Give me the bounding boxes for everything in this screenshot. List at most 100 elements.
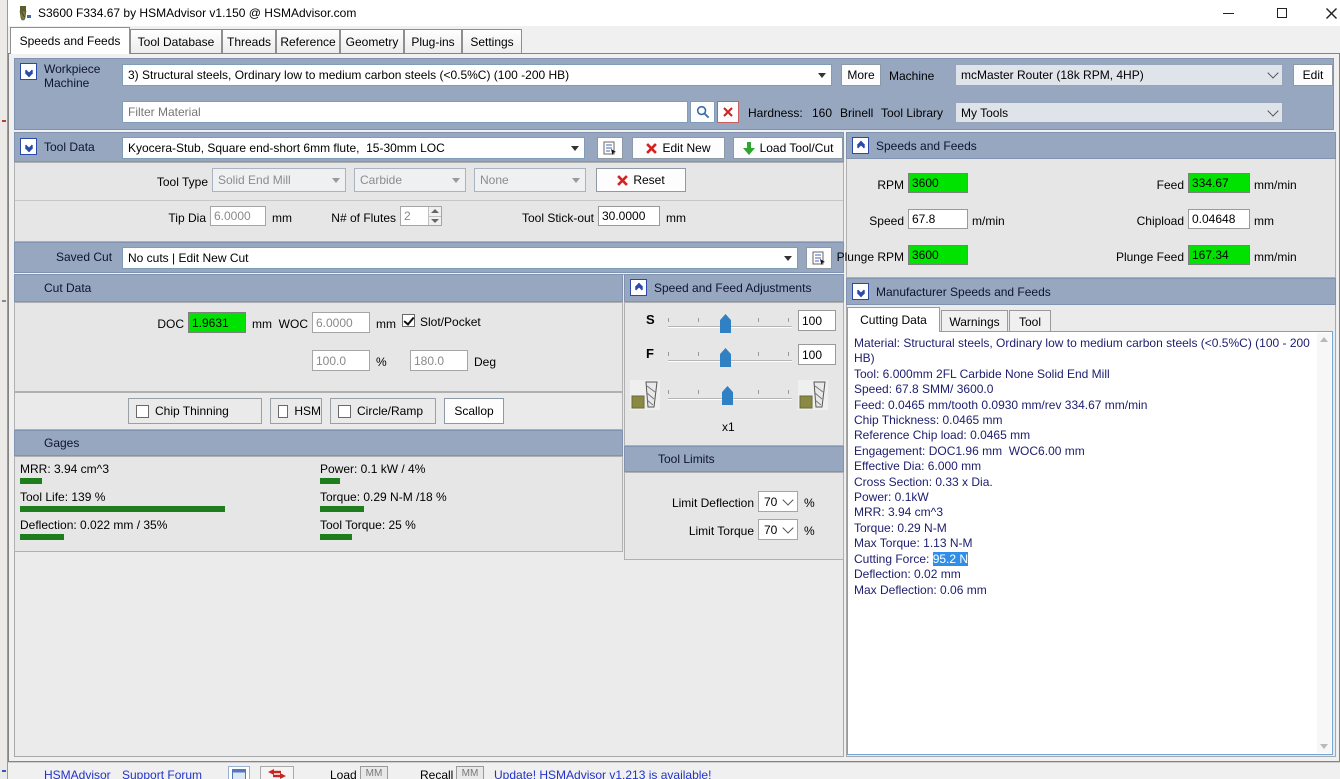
rpm-output[interactable]: 3600	[908, 173, 968, 193]
speed-adjust-input[interactable]: 100	[798, 310, 836, 331]
scallop-button[interactable]: Scallop	[444, 398, 504, 424]
plunge-feed-value: 167.34	[1192, 248, 1229, 262]
load-units-box[interactable]: MM	[360, 766, 388, 779]
edit-new-tool-button[interactable]: Edit New	[632, 137, 725, 159]
recall-units-box[interactable]: MM	[456, 766, 484, 779]
hsmadvisor-link[interactable]: HSMAdvisor	[44, 768, 111, 779]
stepper-up-button[interactable]	[429, 207, 441, 216]
tool-select[interactable]: Kyocera-Stub, Square end-short 6mm flute…	[122, 137, 585, 159]
swap-units-button[interactable]	[260, 766, 294, 779]
tool-library-select[interactable]: My Tools	[955, 102, 1283, 123]
feed-output[interactable]: 334.67	[1188, 173, 1250, 193]
feed-adjust-input[interactable]: 100	[798, 344, 836, 365]
filter-material-input[interactable]	[122, 101, 688, 123]
hsm-label: HSM	[294, 404, 321, 418]
reset-button[interactable]: Reset	[596, 168, 686, 192]
edit-machine-button[interactable]: Edit	[1293, 64, 1333, 86]
tool-type-label: Tool Type	[140, 175, 208, 189]
cutting-force-selected-value: 95.2 N	[933, 552, 968, 566]
tab-label: Speeds and Feeds	[20, 34, 121, 48]
doc-input[interactable]: 1.9631	[188, 312, 246, 333]
circle-ramp-option[interactable]: Circle/Ramp	[330, 398, 436, 424]
chip-thinning-option[interactable]: Chip Thinning	[128, 398, 262, 424]
scroll-down-icon[interactable]	[1320, 744, 1328, 749]
circle-ramp-label: Circle/Ramp	[357, 404, 423, 418]
tab-tool-database[interactable]: Tool Database	[130, 29, 222, 53]
limit-torque-select[interactable]: 70	[758, 519, 798, 540]
search-icon	[696, 105, 710, 119]
window-panel-button[interactable]	[228, 766, 250, 779]
maximize-icon	[1277, 8, 1287, 18]
tab-plug-ins[interactable]: Plug-ins	[404, 29, 462, 53]
tool-coating-select[interactable]: None	[474, 168, 586, 192]
saved-cut-select[interactable]: No cuts | Edit New Cut	[122, 247, 798, 269]
slot-pocket-checkbox[interactable]	[402, 314, 415, 327]
tab-reference[interactable]: Reference	[276, 29, 340, 53]
chip-thinning-checkbox[interactable]	[136, 405, 149, 418]
speed-input[interactable]: 67.8	[908, 209, 968, 229]
engagement-percent-input[interactable]: 100.0	[312, 350, 370, 371]
cutting-data-line: Power: 0.1kW	[854, 490, 1312, 505]
feed-value: 334.67	[1192, 176, 1229, 190]
chipload-input[interactable]: 0.04648	[1188, 209, 1250, 229]
speed-slider-label: S	[646, 312, 655, 327]
gage-power-label: Power: 0.1 kW / 4%	[320, 462, 425, 476]
engagement-angle-value: 180.0	[414, 354, 444, 368]
tab-cutting-data[interactable]: Cutting Data	[847, 307, 940, 332]
stickout-input[interactable]: 30.0000	[598, 206, 660, 226]
maximize-button[interactable]	[1260, 0, 1304, 26]
gage-torque-bar	[320, 506, 364, 512]
tab-warnings[interactable]: Warnings	[941, 310, 1008, 332]
tab-label: Settings	[470, 35, 513, 49]
engagement-angle-input[interactable]: 180.0	[410, 350, 468, 371]
gage-tool-life-bar	[20, 506, 225, 512]
machine-select[interactable]: mcMaster Router (18k RPM, 4HP)	[955, 64, 1283, 86]
workpiece-expander-toggle[interactable]	[20, 63, 37, 80]
tab-settings[interactable]: Settings	[462, 29, 522, 53]
woc-input[interactable]: 6.0000	[312, 312, 370, 333]
cutting-data-line: Feed: 0.0465 mm/tooth 0.0930 mm/rev 334.…	[854, 398, 1312, 413]
support-forum-link[interactable]: Support Forum	[122, 768, 202, 779]
scroll-up-icon[interactable]	[1320, 337, 1328, 342]
tip-dia-input[interactable]: 6.0000	[210, 206, 266, 226]
saved-cut-value: No cuts | Edit New Cut	[128, 251, 780, 265]
background-window-strip	[0, 0, 8, 779]
limit-deflection-unit: %	[804, 496, 815, 510]
tool-data-expander-toggle[interactable]	[20, 138, 37, 155]
cutting-data-line: Chip Thickness: 0.0465 mm	[854, 413, 1312, 428]
cutting-data-textarea[interactable]: Material: Structural steels, Ordinary lo…	[847, 331, 1333, 755]
minimize-button[interactable]	[1206, 0, 1250, 26]
tab-speeds-and-feeds[interactable]: Speeds and Feeds	[10, 27, 130, 54]
hsm-checkbox[interactable]	[278, 405, 288, 418]
chevron-down-icon	[1267, 67, 1278, 78]
tab-geometry[interactable]: Geometry	[340, 29, 404, 53]
manufacturer-expander-toggle[interactable]	[852, 283, 869, 300]
hsm-option[interactable]: HSM	[270, 398, 322, 424]
limit-deflection-label: Limit Deflection	[652, 496, 754, 510]
tool-type-select[interactable]: Solid End Mill	[212, 168, 346, 192]
tab-label: Tool Database	[138, 35, 215, 49]
plunge-feed-output[interactable]: 167.34	[1188, 245, 1250, 265]
speed-value: 67.8	[912, 212, 935, 226]
close-button[interactable]	[1314, 0, 1340, 26]
cutting-data-line: Deflection: 0.02 mm	[854, 567, 1312, 582]
plunge-rpm-output[interactable]: 3600	[908, 245, 968, 265]
limit-deflection-select[interactable]: 70	[758, 491, 798, 512]
load-tool-cut-button[interactable]: Load Tool/Cut	[733, 137, 843, 159]
flutes-stepper[interactable]: 2	[400, 206, 442, 226]
more-button[interactable]: More	[841, 64, 881, 86]
tab-tool[interactable]: Tool	[1009, 310, 1051, 332]
circle-ramp-checkbox[interactable]	[338, 405, 351, 418]
material-select[interactable]: 3) Structural steels, Ordinary low to me…	[122, 64, 832, 86]
adjustments-expander-toggle[interactable]	[630, 279, 647, 296]
update-link[interactable]: Update! HSMAdvisor v1.213 is available!	[494, 768, 711, 779]
scrollbar[interactable]	[1317, 333, 1331, 753]
stepper-down-button[interactable]	[429, 216, 441, 226]
speeds-expander-toggle[interactable]	[852, 137, 869, 154]
search-button[interactable]	[690, 101, 715, 123]
tool-material-select[interactable]: Carbide	[354, 168, 466, 192]
select-tool-from-database-button[interactable]	[597, 137, 623, 159]
clear-filter-button[interactable]	[717, 101, 739, 123]
chipload-value: 0.04648	[1192, 212, 1235, 226]
tab-threads[interactable]: Threads	[222, 29, 276, 53]
